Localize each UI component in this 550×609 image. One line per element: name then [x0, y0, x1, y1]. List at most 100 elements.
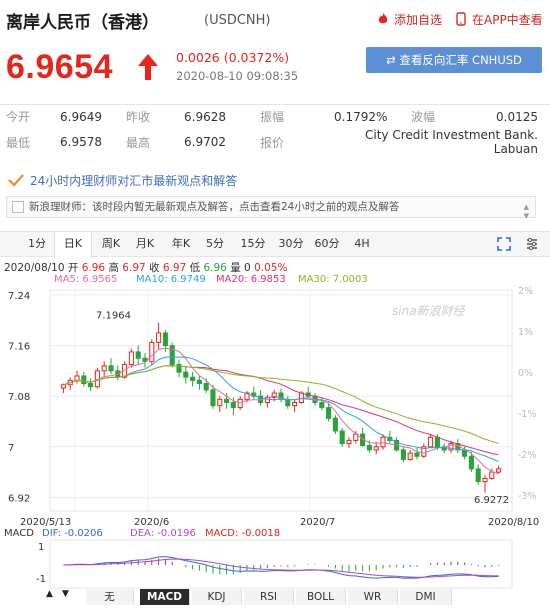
tab-60min[interactable]: 60分 [312, 232, 342, 256]
candle-body [489, 471, 495, 479]
candle-body [156, 332, 162, 343]
stat-label: 波幅 [411, 110, 436, 124]
pct-tick-label: -1% [518, 409, 537, 420]
x-tick-label: 2020/7 [300, 517, 335, 528]
macd-dif: DIF: -0.0206 [42, 528, 103, 539]
candle-body [414, 452, 420, 457]
tab-5min[interactable]: 5分 [202, 232, 228, 256]
y-tick-label: 7 [8, 443, 14, 454]
check-icon [8, 174, 24, 187]
candle-body [468, 455, 474, 470]
indicator-wr[interactable]: WR [348, 589, 398, 605]
candle-body [339, 430, 345, 445]
candle-body [108, 365, 114, 372]
indicator-rsi[interactable]: RSI [244, 589, 294, 605]
kline-svg: 7.24 7.16 7.08 7 6.92 2% 1% 0% -1% -2% -3% sina新浪财经… [4, 286, 539, 589]
ma10-line [63, 356, 499, 463]
tab-monthly-k[interactable]: 月K [130, 232, 160, 256]
watermark: sina新浪财经 [392, 304, 467, 318]
y-tick-label: 7.08 [8, 392, 30, 403]
candle-body [428, 436, 434, 448]
advisor-note[interactable]: 新浪理财师：该时段内暂无最新观点及解答，点击查看24小时之前的观点及解答 ▲ ▼ [6, 196, 536, 220]
tab-30min[interactable]: 30分 [276, 232, 306, 256]
macd-value: MACD: -0.0018 [205, 528, 280, 539]
kline-chart[interactable]: 7.24 7.16 7.08 7 6.92 2% 1% 0% -1% -2% -3% sina新浪财经… [0, 285, 550, 605]
pct-tick-label: -3% [518, 491, 537, 502]
up-arrow-icon [138, 54, 158, 80]
pct-tick-label: -2% [518, 450, 537, 461]
stat-label: 最高 [126, 135, 151, 150]
y-tick-label: 6.92 [8, 493, 30, 504]
stats-row: 最低 6.9578 最高 6.9702 报价 City Credit Inves… [0, 128, 550, 156]
candle-body [183, 371, 189, 378]
ma30-label: MA30: 7.0003 [298, 274, 368, 285]
candle-body [434, 436, 440, 448]
stat-value: 6.9702 [184, 135, 226, 149]
candle-body [196, 379, 202, 385]
indicator-tabs: 无 MACD KDJ RSI BOLL WR DMI [42, 589, 532, 606]
advisor-link[interactable]: 24小时内理财师对汇市最新观点和解答 [8, 172, 237, 189]
indicator-boll[interactable]: BOLL [296, 589, 346, 605]
pct-tick-label: 1% [518, 327, 533, 338]
indicator-macd[interactable]: MACD [140, 589, 190, 605]
x-tick-label: 2020/6 [134, 517, 169, 528]
tab-yearly-k[interactable]: 年K [166, 232, 196, 256]
tab-daily-k[interactable]: 日K [54, 232, 92, 258]
candle-body [81, 375, 87, 385]
candle-body [74, 375, 80, 381]
stat-label: 最低 [6, 135, 31, 150]
indicator-dmi[interactable]: DMI [400, 589, 452, 605]
macd-dea: DEA: -0.0196 [130, 528, 196, 539]
candle-body [203, 383, 209, 391]
candle-body [496, 468, 502, 473]
candle-body [135, 351, 141, 359]
stat-value: City Credit Investment Bank. Labuan [365, 128, 538, 156]
max-label: 7.1964 [96, 311, 131, 322]
min-label: 6.9272 [474, 495, 509, 506]
y-tick-label: 7.16 [8, 342, 30, 353]
candle-body [101, 365, 107, 372]
candle-body [210, 389, 216, 407]
candle-body [292, 401, 298, 407]
candle-body [462, 449, 468, 457]
stats-table: 今开 6.9649 昨收 6.9628 振幅 0.1792% 波幅 0.0125… [0, 104, 550, 156]
candle-body [366, 444, 372, 451]
pct-tick-label: 2% [518, 286, 533, 297]
tab-15min[interactable]: 15分 [238, 232, 268, 256]
candle-body [400, 449, 406, 460]
settings-icon[interactable] [525, 237, 539, 251]
candle-body [169, 345, 175, 366]
indicator-none[interactable]: 无 [86, 589, 134, 605]
stat-value: 6.9649 [60, 109, 102, 124]
reverse-rate-button[interactable]: ⇄ 查看反向汇率 CNHUSD [366, 47, 542, 73]
stat-value: 0.0125 [496, 109, 538, 124]
candle-body [319, 401, 325, 409]
candle-body [237, 398, 243, 409]
candle-body [224, 398, 230, 403]
symbol-code: (USDCNH) [204, 13, 271, 28]
stat-label: 报价 [260, 135, 285, 150]
y-tick-label: 7.24 [8, 291, 30, 302]
phone-icon [456, 12, 466, 26]
tab-4h[interactable]: 4H [350, 232, 374, 256]
x-tick-label: 2020/5/13 [20, 517, 71, 528]
candle-body [190, 376, 196, 381]
scroll-down-icon[interactable]: ▼ [524, 206, 529, 226]
tab-1min[interactable]: 1分 [24, 232, 50, 256]
flame-icon [378, 13, 388, 24]
indicator-kdj[interactable]: KDJ [192, 589, 242, 605]
open-in-app-button[interactable]: 在APP中查看 [454, 11, 543, 28]
stat-label: 今开 [6, 110, 31, 124]
candle-body [332, 417, 338, 432]
candle-body [217, 398, 223, 407]
x-tick-label: 2020/8/10 [488, 517, 539, 528]
tab-weekly-k[interactable]: 周K [96, 232, 126, 256]
macd-tick-label: 1 [38, 542, 44, 553]
candle-body [326, 407, 332, 419]
current-price: 6.9654 [6, 48, 113, 86]
pct-tick-label: 0% [518, 368, 533, 379]
macd-dea-line [63, 558, 499, 578]
fullscreen-icon[interactable] [497, 237, 511, 251]
add-watch-button[interactable]: 添加自选 [376, 11, 442, 28]
quote-time: 2020-08-10 09:08:35 [176, 69, 299, 83]
